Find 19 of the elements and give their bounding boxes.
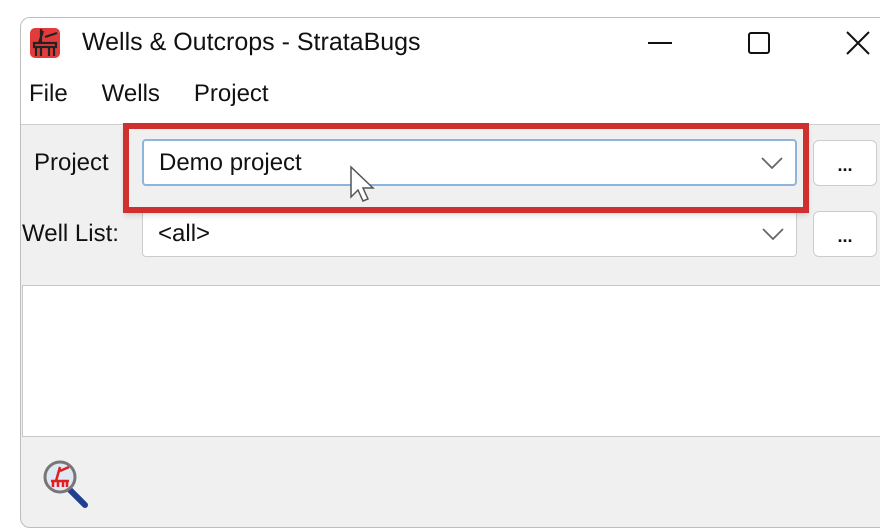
combo-box[interactable]: <all> <box>142 210 797 257</box>
magnifier-icon[interactable] <box>42 459 90 509</box>
mouse-cursor-icon <box>349 165 375 203</box>
browse-button[interactable]: ... <box>813 210 877 256</box>
menu-item[interactable]: Wells <box>100 76 162 112</box>
menu-item[interactable]: File <box>27 76 70 112</box>
window-title: Wells & Outcrops - StrataBugs <box>82 27 421 58</box>
combo-value: Demo project <box>159 148 302 178</box>
combo-value: <all> <box>158 218 210 248</box>
close-icon[interactable] <box>845 30 871 56</box>
maximize-icon[interactable] <box>747 31 771 55</box>
browse-button[interactable]: ... <box>813 140 877 186</box>
field-label: Well List: <box>21 218 120 248</box>
chevron-down-icon <box>762 228 784 240</box>
menu-item[interactable]: Project <box>192 76 271 112</box>
combo-box[interactable]: Demo project <box>142 139 797 186</box>
oil-rig-icon <box>29 27 61 59</box>
chevron-down-icon <box>761 156 783 168</box>
field-label: Project <box>33 148 110 178</box>
